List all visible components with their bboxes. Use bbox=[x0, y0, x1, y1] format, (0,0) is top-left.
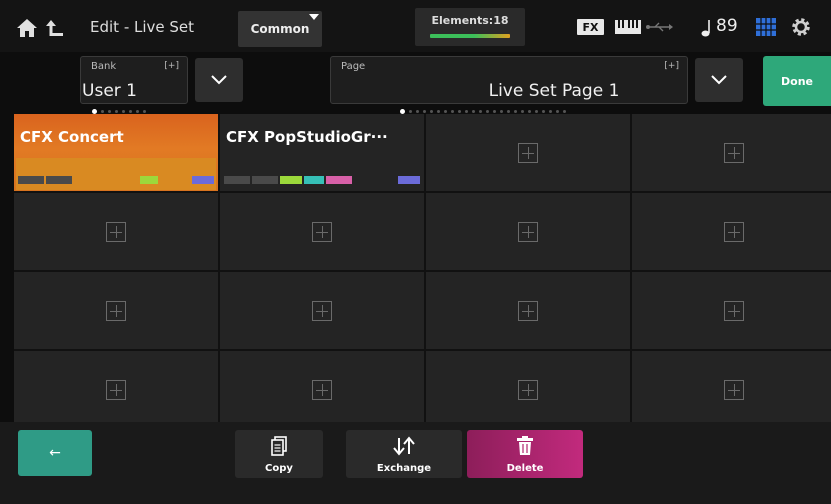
done-button[interactable]: Done bbox=[763, 56, 831, 106]
bank-dropdown-button[interactable] bbox=[195, 58, 243, 102]
part-strip bbox=[224, 176, 420, 184]
bank-selector[interactable]: Bank [+] User 1 bbox=[80, 56, 188, 104]
trash-icon bbox=[517, 436, 533, 455]
screen-title: Edit - Live Set bbox=[90, 18, 195, 36]
grid-icon[interactable] bbox=[756, 18, 776, 36]
home-icon[interactable] bbox=[16, 18, 38, 38]
empty-slot[interactable] bbox=[426, 272, 630, 349]
add-icon bbox=[312, 300, 332, 321]
empty-slot[interactable] bbox=[426, 351, 630, 428]
empty-slot[interactable] bbox=[632, 351, 831, 428]
add-icon bbox=[312, 379, 332, 400]
add-icon bbox=[518, 379, 538, 400]
elements-label: Elements:18 bbox=[431, 14, 509, 27]
add-icon bbox=[106, 221, 126, 242]
delete-label: Delete bbox=[506, 463, 544, 474]
slot-name: CFX Concert bbox=[20, 128, 124, 146]
tempo-value[interactable]: 89 bbox=[716, 16, 738, 36]
exchange-label: Exchange bbox=[376, 463, 432, 474]
page-caption: Page bbox=[341, 61, 366, 72]
exchange-icon bbox=[393, 436, 415, 456]
slot-name: CFX PopStudioGr··· bbox=[226, 128, 388, 146]
add-icon bbox=[518, 300, 538, 321]
page-value: Live Set Page 1 bbox=[488, 81, 620, 101]
up-level-icon[interactable] bbox=[44, 17, 66, 39]
fx-badge[interactable]: FX bbox=[577, 19, 604, 35]
bank-tag: [+] bbox=[164, 61, 179, 71]
add-icon bbox=[518, 142, 538, 163]
add-icon bbox=[724, 379, 744, 400]
add-icon bbox=[106, 379, 126, 400]
gear-icon[interactable] bbox=[790, 16, 812, 38]
copy-button[interactable]: Copy bbox=[235, 430, 323, 478]
common-label: Common bbox=[250, 22, 310, 36]
chevron-down-icon bbox=[711, 75, 727, 85]
copy-icon bbox=[271, 436, 287, 456]
common-button[interactable]: Common bbox=[238, 11, 322, 47]
empty-slot[interactable] bbox=[14, 351, 218, 428]
chevron-down-icon bbox=[211, 75, 227, 85]
bottom-toolbar: ← Copy Exchange Delete bbox=[0, 422, 831, 504]
note-icon bbox=[701, 20, 710, 37]
elements-meter bbox=[430, 34, 510, 38]
keyboard-icon bbox=[615, 20, 641, 34]
add-icon bbox=[724, 142, 744, 163]
top-bar: Edit - Live Set Common Elements:18 FX 89 bbox=[0, 0, 831, 52]
bank-caption: Bank bbox=[91, 61, 117, 72]
add-icon bbox=[724, 300, 744, 321]
empty-slot[interactable] bbox=[632, 114, 831, 191]
elements-indicator[interactable]: Elements:18 bbox=[415, 8, 525, 46]
live-set-slot-1[interactable]: CFX Concert bbox=[14, 114, 218, 191]
add-icon bbox=[724, 221, 744, 242]
empty-slot[interactable] bbox=[14, 272, 218, 349]
empty-slot[interactable] bbox=[426, 114, 630, 191]
page-selector[interactable]: Page [+] Live Set Page 1 bbox=[330, 56, 688, 104]
empty-slot[interactable] bbox=[220, 193, 424, 270]
part-strip bbox=[18, 176, 214, 184]
live-set-grid: CFX Concert CFX PopStudioGr··· bbox=[14, 114, 831, 428]
add-icon bbox=[312, 221, 332, 242]
page-dropdown-button[interactable] bbox=[695, 58, 743, 102]
exchange-button[interactable]: Exchange bbox=[346, 430, 462, 478]
slot-info bbox=[222, 158, 422, 190]
page-tag: [+] bbox=[664, 61, 679, 71]
copy-label: Copy bbox=[265, 463, 293, 474]
empty-slot[interactable] bbox=[220, 351, 424, 428]
bank-value: User 1 bbox=[82, 81, 137, 101]
delete-button[interactable]: Delete bbox=[467, 430, 583, 478]
empty-slot[interactable] bbox=[220, 272, 424, 349]
empty-slot[interactable] bbox=[632, 272, 831, 349]
add-icon bbox=[106, 300, 126, 321]
back-button[interactable]: ← bbox=[18, 430, 92, 476]
usb-icon bbox=[646, 22, 673, 32]
slot-info bbox=[16, 158, 216, 190]
add-icon bbox=[518, 221, 538, 242]
live-set-slot-2[interactable]: CFX PopStudioGr··· bbox=[220, 114, 424, 191]
empty-slot[interactable] bbox=[14, 193, 218, 270]
empty-slot[interactable] bbox=[426, 193, 630, 270]
caret-down-icon bbox=[309, 14, 319, 20]
empty-slot[interactable] bbox=[632, 193, 831, 270]
